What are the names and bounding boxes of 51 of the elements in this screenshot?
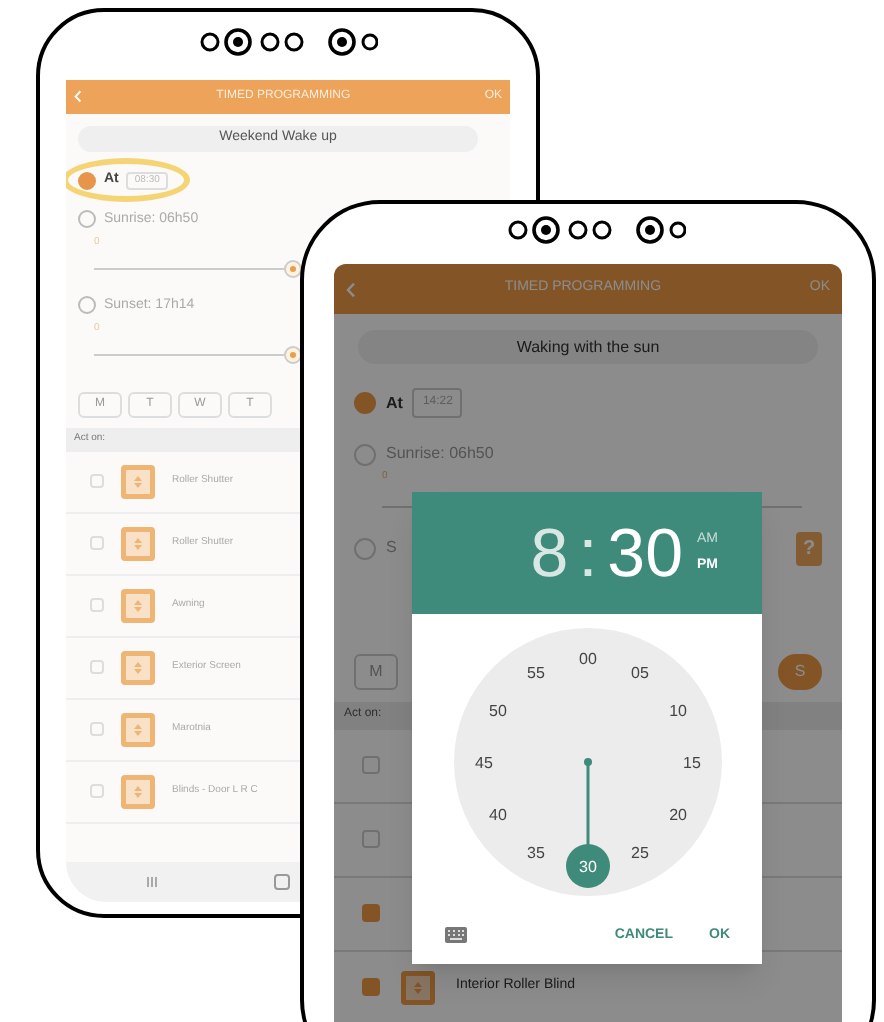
shutter-icon xyxy=(120,463,156,499)
dial-number[interactable]: 05 xyxy=(630,663,648,682)
checkbox[interactable] xyxy=(362,756,380,774)
dial-number[interactable]: 40 xyxy=(488,806,506,824)
back-icon[interactable] xyxy=(74,90,82,104)
radio-button[interactable] xyxy=(354,443,376,465)
help-badge[interactable]: ? xyxy=(796,531,822,565)
dial-number[interactable]: 30 xyxy=(578,858,596,876)
day-toggle[interactable]: M xyxy=(354,653,398,689)
dial-number[interactable]: 25 xyxy=(630,844,648,863)
radio-button[interactable] xyxy=(78,210,96,229)
recent-apps-icon[interactable] xyxy=(146,876,158,888)
time-separator: : xyxy=(578,519,598,587)
shutter-icon xyxy=(120,587,156,623)
shutter-icon xyxy=(120,711,156,747)
checkbox[interactable] xyxy=(90,722,104,736)
option-label: S xyxy=(386,536,397,560)
slider-thumb-icon[interactable] xyxy=(284,259,302,277)
radio-button[interactable] xyxy=(354,537,376,559)
clock-hand[interactable] xyxy=(565,758,609,888)
option-label: At xyxy=(386,391,403,415)
dial-number[interactable]: 10 xyxy=(668,702,686,720)
keyboard-icon[interactable] xyxy=(444,926,468,945)
dial-number[interactable]: 35 xyxy=(526,844,544,863)
checkbox[interactable] xyxy=(90,660,104,674)
dial-number[interactable]: 45 xyxy=(474,754,492,772)
hour-value[interactable]: 8 xyxy=(530,519,569,587)
shutter-icon xyxy=(120,773,156,809)
dial-number[interactable]: 55 xyxy=(526,663,544,682)
checkbox[interactable] xyxy=(362,978,380,996)
dial-number[interactable]: 00 xyxy=(578,650,596,668)
back-icon[interactable] xyxy=(346,281,356,297)
checkbox[interactable] xyxy=(90,784,104,798)
radio-button[interactable] xyxy=(78,171,96,190)
radio-button[interactable] xyxy=(354,392,376,414)
checkbox[interactable] xyxy=(362,904,380,922)
shutter-icon xyxy=(120,649,156,685)
checkbox[interactable] xyxy=(90,536,104,550)
dial-number[interactable]: 50 xyxy=(488,702,506,720)
dial-number[interactable]: 15 xyxy=(682,754,700,772)
radio-button[interactable] xyxy=(78,296,96,315)
checkbox[interactable] xyxy=(90,598,104,612)
checkbox[interactable] xyxy=(90,474,104,488)
day-toggle[interactable]: S xyxy=(778,653,822,689)
schedule-name: Waking with the sun xyxy=(358,330,818,364)
shutter-icon xyxy=(120,525,156,561)
home-button-icon[interactable] xyxy=(274,874,290,890)
shutter-icon xyxy=(400,969,436,1005)
dial-number[interactable]: 20 xyxy=(668,806,686,824)
checkbox[interactable] xyxy=(362,830,380,848)
minutes-value[interactable]: 30 xyxy=(607,519,683,587)
